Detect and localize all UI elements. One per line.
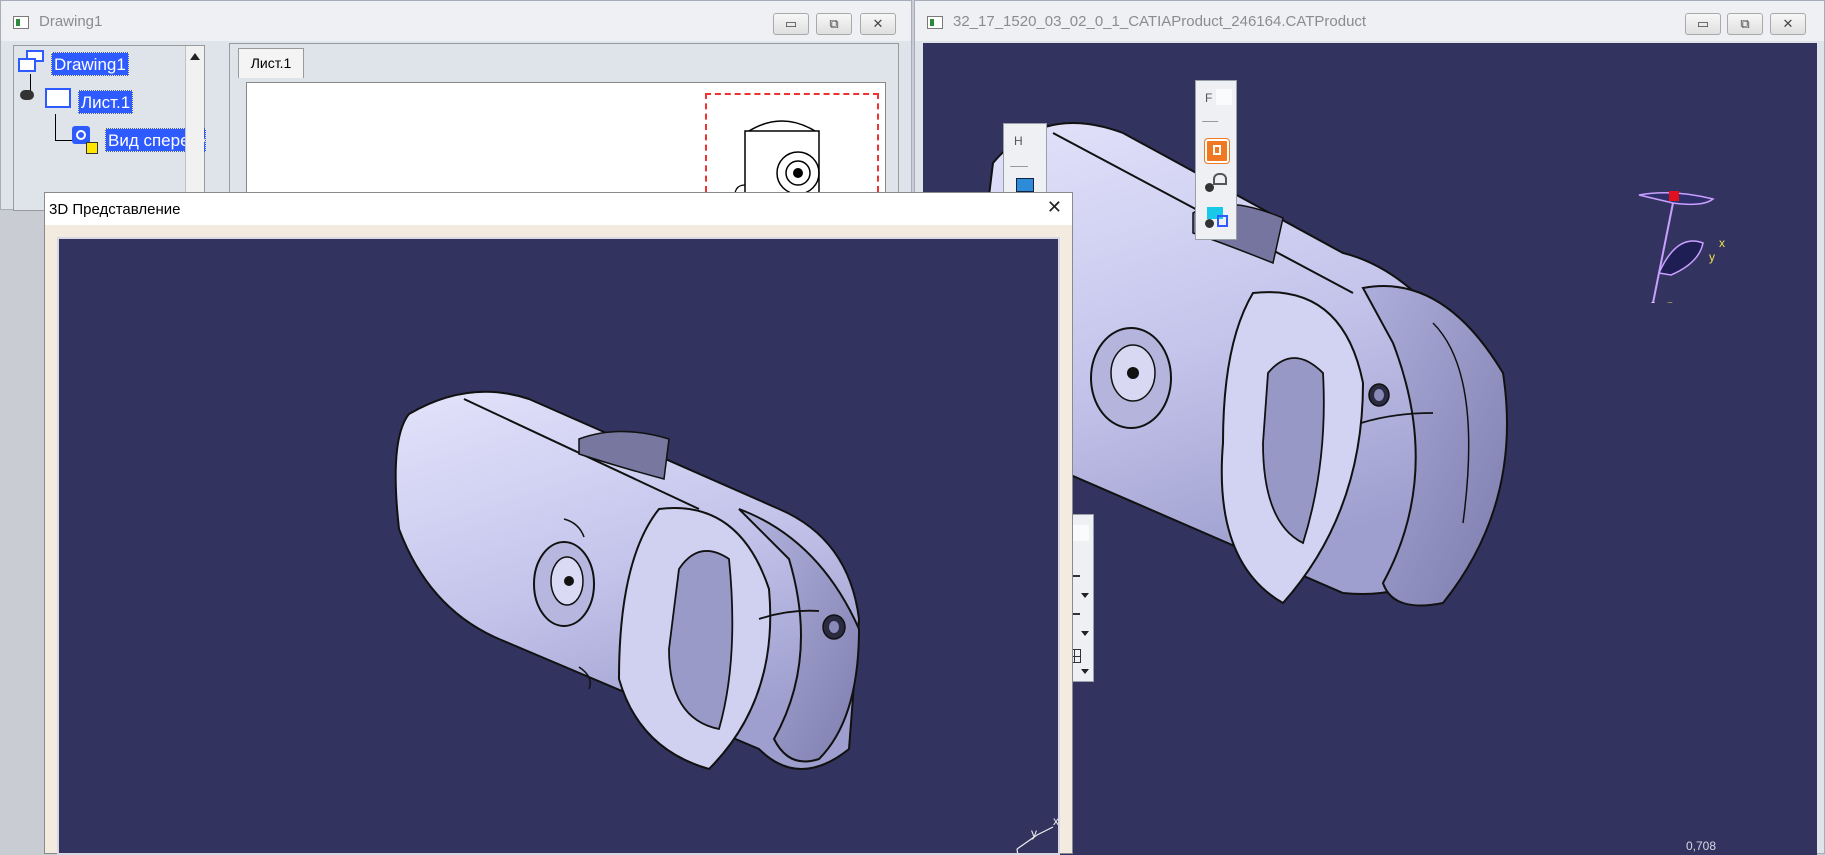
mini-axis-x-label: x — [1053, 815, 1059, 828]
dialog-axis-icon: x y z — [1011, 815, 1059, 855]
toolbar-h-blue-icon[interactable] — [1016, 178, 1034, 192]
mini-axis-z-label: z — [1011, 850, 1017, 855]
sheet-tab-label: Лист.1 — [250, 55, 292, 71]
dimension-dropdown-icon[interactable] — [1081, 593, 1089, 598]
dialog-frame: x y z — [45, 225, 1072, 855]
scroll-up-icon[interactable] — [190, 53, 200, 60]
drawing-titlebar[interactable]: Drawing1 ▭ ⧉ ✕ — [1, 1, 911, 41]
spec-tree-panel: Drawing1 Лист.1 Вид спереди — [13, 45, 206, 212]
compass-widget[interactable]: x y z — [1633, 163, 1753, 303]
tree-item-sheet[interactable]: Лист.1 — [78, 90, 134, 114]
product-titlebar[interactable]: 32_17_1520_03_02_0_1_CATIAProduct_246164… — [915, 1, 1824, 41]
mini-axis-y-label: y — [1031, 826, 1037, 840]
dialog-3d-viewport[interactable]: x y z — [57, 237, 1060, 855]
toolbar-f-title: F — [1205, 91, 1213, 105]
floating-toolbar-f[interactable]: F — [1195, 80, 1237, 240]
product-restore-button[interactable]: ⧉ — [1727, 13, 1763, 35]
chain-dropdown-icon[interactable] — [1081, 631, 1089, 636]
drawing-tree-icon[interactable] — [18, 50, 46, 74]
dialog-close-button[interactable]: ✕ — [1047, 197, 1062, 218]
sheet-area: Лист.1 — [229, 43, 899, 223]
drawing-window-title: Drawing1 — [39, 13, 103, 30]
table-dropdown-icon[interactable] — [1081, 669, 1089, 674]
tree-line-vertical-2 — [55, 114, 56, 140]
dialog-title: 3D Представление — [49, 201, 181, 218]
compass-x-label: x — [1719, 236, 1725, 250]
dialog-part-render — [394, 390, 861, 771]
dialog-titlebar[interactable]: 3D Представление ✕ — [45, 193, 1072, 225]
tree-item-drawing[interactable]: Drawing1 — [51, 52, 129, 76]
product-minimize-button[interactable]: ▭ — [1685, 13, 1721, 35]
sheet-tab[interactable]: Лист.1 — [238, 48, 304, 78]
zoom-readout: 0,708 — [1686, 839, 1717, 853]
compass-z-label: z — [1667, 298, 1673, 303]
product-app-icon — [927, 16, 943, 29]
drawing-close-button[interactable]: ✕ — [860, 13, 896, 35]
drawing-app-icon — [13, 16, 29, 29]
toolbar-f-grip — [1216, 89, 1232, 105]
dialog-3d-view: 3D Представление ✕ x y — [44, 192, 1073, 855]
drawing-restore-button[interactable]: ⧉ — [816, 13, 852, 35]
drawing-minimize-button[interactable]: ▭ — [773, 13, 809, 35]
product-close-button[interactable]: ✕ — [1770, 13, 1806, 35]
toolbar-f-separator — [1202, 121, 1218, 122]
product-window-title: 32_17_1520_03_02_0_1_CATIAProduct_246164… — [953, 13, 1367, 30]
drawing-window: Drawing1 ▭ ⧉ ✕ Drawing1 Лист.1 Вид спере… — [0, 0, 912, 223]
toolbar-h-title: H — [1014, 134, 1023, 148]
tree-scrollbar[interactable] — [185, 46, 204, 212]
toolbar-h-separator — [1010, 166, 1028, 167]
tree-collapse-icon[interactable] — [20, 90, 34, 100]
view-tree-icon[interactable] — [72, 126, 98, 156]
snap-orange-icon[interactable] — [1204, 138, 1230, 164]
sheet-tree-icon[interactable] — [45, 88, 71, 108]
floating-toolbar-h[interactable]: H — [1003, 123, 1047, 193]
manipulation-gear-icon[interactable] — [1205, 173, 1229, 195]
tree-line-horizontal-2 — [55, 140, 73, 141]
compass-y-label: y — [1709, 250, 1715, 264]
component-cyan-icon[interactable] — [1205, 207, 1229, 229]
